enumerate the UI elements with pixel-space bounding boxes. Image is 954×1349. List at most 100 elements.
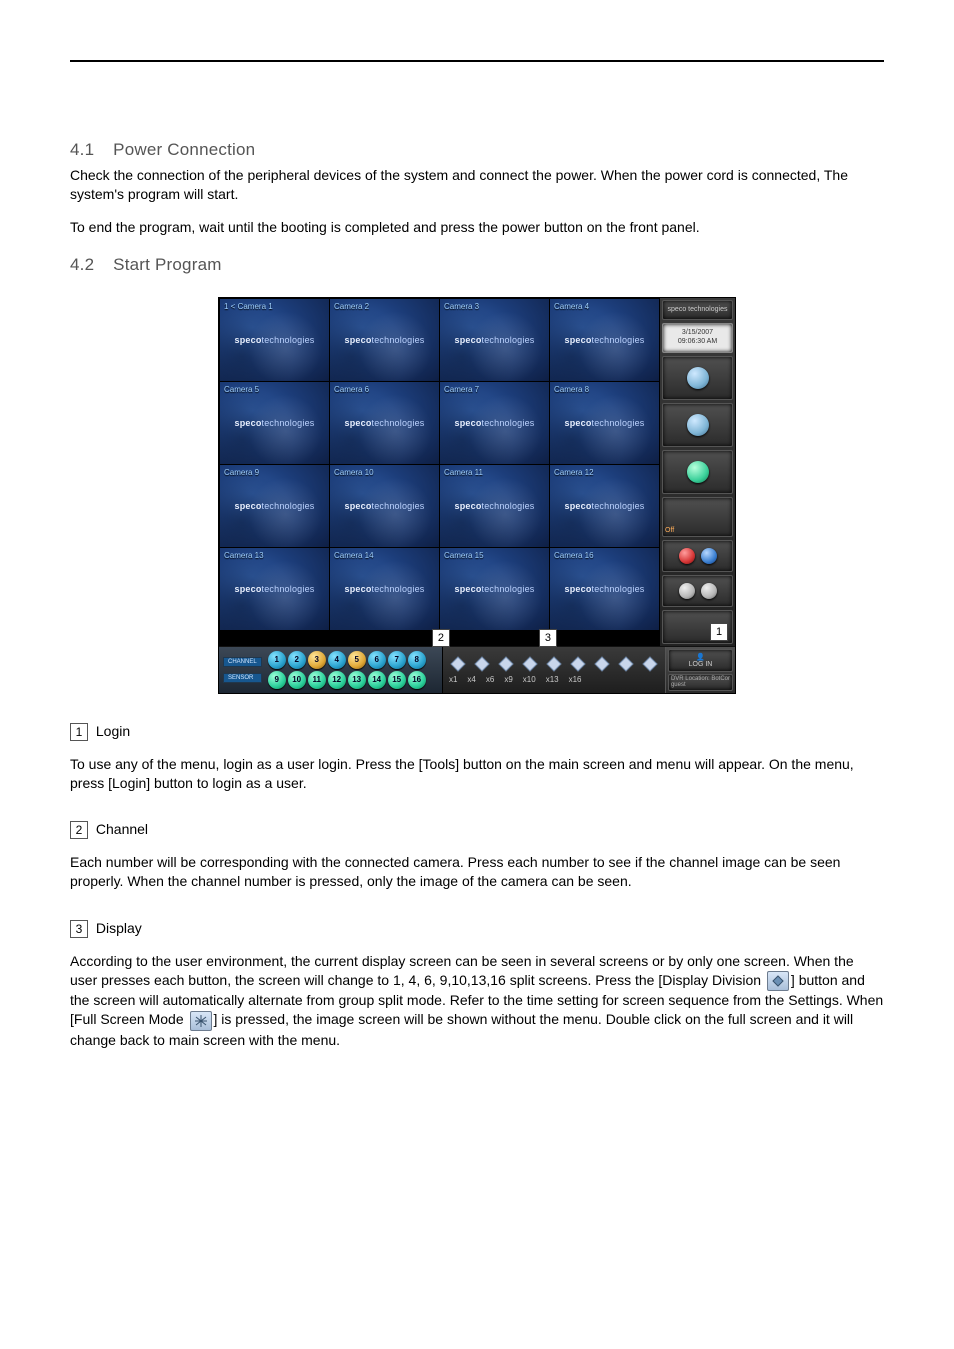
brand-logo: speco technologies	[662, 300, 733, 320]
camera-cell[interactable]: Camera 5 specotechnologies	[220, 382, 329, 464]
camera-watermark: specotechnologies	[440, 584, 549, 594]
side-panel: speco technologies 3/15/2007 09:06:30 AM…	[660, 298, 735, 646]
camera-watermark: specotechnologies	[220, 501, 329, 511]
camera-watermark: specotechnologies	[550, 501, 659, 511]
camera-cell[interactable]: Camera 10specotechnologies	[330, 465, 439, 547]
full-screen-icon	[190, 1011, 212, 1031]
camera-cell[interactable]: Camera 6specotechnologies	[330, 382, 439, 464]
channel-button[interactable]: 4	[328, 651, 346, 669]
camera-label: Camera 16	[554, 551, 594, 560]
split-screen-button[interactable]	[449, 655, 467, 673]
util-buttons[interactable]	[662, 575, 733, 607]
camera-cell[interactable]: Camera 15 specotechnologies	[440, 548, 549, 630]
channel-button[interactable]: 11	[308, 671, 326, 689]
channel-button[interactable]: 3	[308, 651, 326, 669]
split-screen-button[interactable]	[593, 655, 611, 673]
callout-label-display: Display	[96, 920, 142, 936]
section-4-1-heading: 4.1 Power Connection	[70, 140, 884, 160]
channel-button[interactable]: 15	[388, 671, 406, 689]
channel-button[interactable]: 8	[408, 651, 426, 669]
camera-label: Camera 3	[444, 302, 479, 311]
camera-watermark: specotechnologies	[440, 418, 549, 428]
section-title: Power Connection	[113, 140, 255, 159]
callout-box-3: 3	[70, 920, 88, 938]
settings-icon[interactable]	[701, 583, 717, 599]
ptz-panel: Off	[662, 497, 733, 537]
camera-label: 1 < Camera 1	[224, 302, 273, 311]
split-screen-button[interactable]	[521, 655, 539, 673]
channel-button[interactable]: 13	[348, 671, 366, 689]
camera-cell[interactable]: Camera 16 specotechnologies	[550, 548, 659, 630]
bottom-bar: CHANNEL SENSOR 12345678910111213141516 2…	[219, 646, 735, 693]
camera-label: Camera 6	[334, 385, 369, 394]
sensor-heading: SENSOR	[223, 673, 262, 683]
channel-button[interactable]: 2	[288, 651, 306, 669]
channel-usage-text: Each number will be corresponding with t…	[70, 853, 884, 891]
camera-cell[interactable]: Camera 9 specotechnologies	[220, 465, 329, 547]
section-title: Start Program	[113, 255, 221, 274]
camera-cell[interactable]: Camera 13specotechnologies	[220, 548, 329, 630]
channel-button[interactable]: 12	[328, 671, 346, 689]
camera-cell[interactable]: Camera 3specotechnologies	[440, 299, 549, 381]
channel-panel: CHANNEL SENSOR 12345678910111213141516 2	[219, 647, 443, 693]
camera-label: Camera 11	[444, 468, 483, 477]
camera-watermark: specotechnologies	[550, 418, 659, 428]
camera-cell[interactable]: Camera 8 specotechnologies	[550, 382, 659, 464]
channel-button[interactable]: 10	[288, 671, 306, 689]
camera-watermark: specotechnologies	[550, 584, 659, 594]
camera-cell[interactable]: Camera 11specotechnologies	[440, 465, 549, 547]
power-paragraph-2: To end the program, wait until the booti…	[70, 218, 884, 237]
stop-icon[interactable]	[701, 548, 717, 564]
channel-button[interactable]: 5	[348, 651, 366, 669]
callout-label-login: Login	[96, 723, 130, 739]
camera-cell[interactable]: 1 < Camera 1specotechnologies	[220, 299, 329, 381]
playback-button[interactable]	[662, 403, 733, 447]
channel-heading: CHANNEL	[223, 657, 262, 667]
split-label: x10	[523, 675, 536, 684]
camera-cell[interactable]: Camera 12specotechnologies	[550, 465, 659, 547]
camera-label: Camera 9	[224, 468, 259, 477]
login-callout-paragraph: 1 Login	[70, 722, 884, 741]
layout-button[interactable]	[662, 356, 733, 400]
camera-label: Camera 5	[224, 385, 259, 394]
channel-button[interactable]: 6	[368, 651, 386, 669]
split-screen-button[interactable]	[545, 655, 563, 673]
record-buttons[interactable]	[662, 540, 733, 572]
camera-watermark: specotechnologies	[220, 418, 329, 428]
full-screen-icon[interactable]	[641, 655, 659, 673]
split-screen-button[interactable]	[497, 655, 515, 673]
split-screen-button[interactable]	[569, 655, 587, 673]
login-button[interactable]: 👤 LOG IN	[668, 649, 733, 672]
camera-cell[interactable]: Camera 4specotechnologies	[550, 299, 659, 381]
split-screen-button[interactable]	[473, 655, 491, 673]
camera-grid: 1 < Camera 1specotechnologiesCamera 2spe…	[219, 298, 660, 646]
section-number: 4.1	[70, 140, 94, 159]
user-info: DVR Location: BotCor guest	[668, 674, 733, 691]
channel-button[interactable]: 9	[268, 671, 286, 689]
camera-label: Camera 10	[334, 468, 374, 477]
camera-label: Camera 2	[334, 302, 369, 311]
channel-button[interactable]: 16	[408, 671, 426, 689]
section-4-2-heading: 4.2 Start Program	[70, 255, 884, 275]
refresh-icon[interactable]	[679, 583, 695, 599]
surveillance-screenshot: 1 < Camera 1specotechnologiesCamera 2spe…	[218, 297, 736, 694]
split-label: x13	[546, 675, 559, 684]
camera-cell[interactable]: Camera 2specotechnologies	[330, 299, 439, 381]
callout-box-1: 1	[70, 723, 88, 741]
camera-cell[interactable]: Camera 7specotechnologies	[440, 382, 549, 464]
camera-watermark: specotechnologies	[220, 584, 329, 594]
channel-button[interactable]: 14	[368, 671, 386, 689]
display-division-icon[interactable]	[617, 655, 635, 673]
power-paragraph-1: Check the connection of the peripheral d…	[70, 166, 884, 204]
record-icon[interactable]	[679, 548, 695, 564]
split-label: x9	[504, 675, 512, 684]
split-label: x1	[449, 675, 457, 684]
camera-cell[interactable]: Camera 14specotechnologies	[330, 548, 439, 630]
login-panel: 👤 LOG IN DVR Location: BotCor guest	[665, 647, 735, 693]
split-label: x4	[467, 675, 475, 684]
camera-label: Camera 15	[444, 551, 484, 560]
camera-label: Camera 8	[554, 385, 589, 394]
channel-button[interactable]: 7	[388, 651, 406, 669]
channel-button[interactable]: 1	[268, 651, 286, 669]
tools-button[interactable]	[662, 450, 733, 494]
